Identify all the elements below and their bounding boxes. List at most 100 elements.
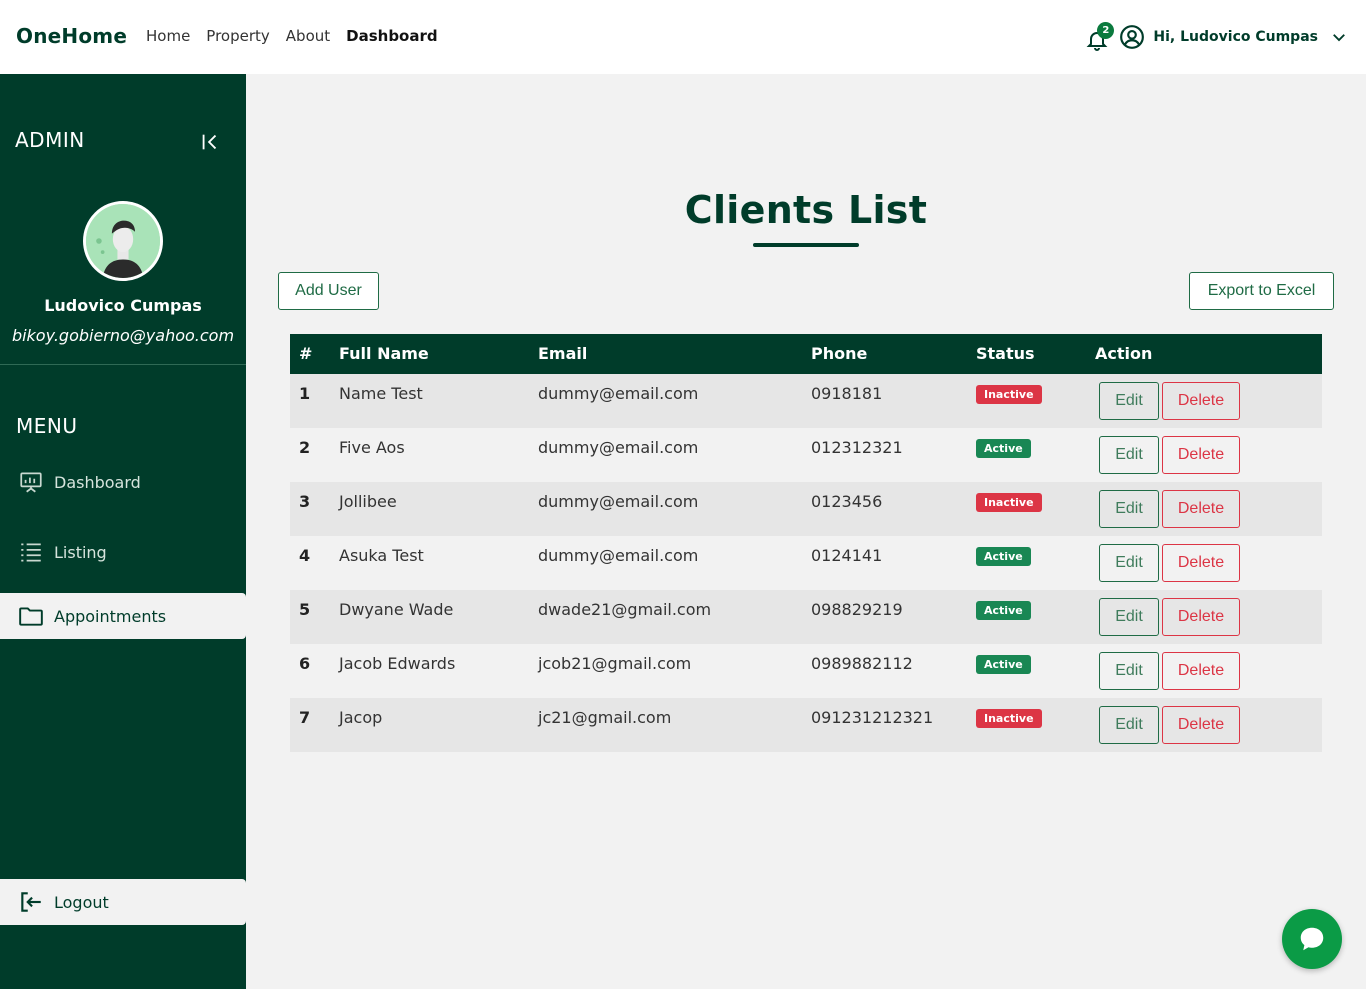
edit-button[interactable]: Edit [1099, 598, 1159, 636]
row-number: 6 [299, 654, 311, 673]
nav-link-home[interactable]: Home [146, 27, 190, 45]
table-row: 5 Dwyane Wade dwade21@gmail.com 09882921… [290, 590, 1322, 644]
row-phone: 0918181 [811, 384, 883, 403]
main-nav: Home Property About Dashboard [146, 27, 438, 45]
row-full-name: Dwyane Wade [339, 600, 454, 619]
row-email: dummy@email.com [538, 546, 699, 565]
page-title: Clients List [684, 188, 928, 232]
row-phone: 0124141 [811, 546, 883, 565]
collapse-sidebar-icon[interactable] [199, 131, 221, 153]
delete-button[interactable]: Delete [1162, 652, 1240, 690]
edit-button[interactable]: Edit [1099, 436, 1159, 474]
delete-button[interactable]: Delete [1162, 544, 1240, 582]
table-row: 2 Five Aos dummy@email.com 012312321 Act… [290, 428, 1322, 482]
status-badge: Inactive [976, 709, 1042, 728]
sidebar-divider [0, 364, 246, 365]
status-badge: Active [976, 439, 1031, 458]
notification-count-badge: 2 [1097, 22, 1115, 39]
presentation-icon [20, 472, 42, 493]
row-full-name: Five Aos [339, 438, 405, 457]
chevron-down-icon[interactable] [1330, 28, 1348, 46]
row-phone: 091231212321 [811, 708, 934, 727]
row-full-name: Jacob Edwards [339, 654, 456, 673]
delete-button[interactable]: Delete [1162, 598, 1240, 636]
row-number: 2 [299, 438, 311, 457]
delete-button[interactable]: Delete [1162, 382, 1240, 420]
row-phone: 012312321 [811, 438, 903, 457]
folder-icon [19, 607, 43, 626]
admin-title: ADMIN [15, 128, 85, 152]
profile-email: bikoy.gobierno@yahoo.com [11, 326, 235, 345]
column-header-email: Email [538, 344, 588, 363]
edit-button[interactable]: Edit [1099, 382, 1159, 420]
user-greeting[interactable]: Hi, Ludovico Cumpas [1153, 29, 1318, 45]
column-header-number: # [299, 344, 313, 363]
row-full-name: Asuka Test [339, 546, 424, 565]
delete-button[interactable]: Delete [1162, 436, 1240, 474]
notifications-button[interactable]: 2 [1085, 22, 1115, 52]
delete-button[interactable]: Delete [1162, 706, 1240, 744]
logout-icon [21, 892, 41, 912]
row-full-name: Jollibee [339, 492, 397, 511]
logout-label: Logout [54, 892, 109, 912]
table-header: # Full Name Email Phone Status Action [290, 334, 1322, 374]
clients-table: # Full Name Email Phone Status Action 1 … [290, 334, 1322, 752]
chat-button[interactable] [1282, 909, 1342, 969]
row-phone: 0989882112 [811, 654, 913, 673]
user-circle-icon[interactable] [1119, 24, 1145, 50]
row-email: dummy@email.com [538, 438, 699, 457]
export-to-excel-button[interactable]: Export to Excel [1189, 272, 1334, 310]
column-header-action: Action [1095, 344, 1153, 363]
table-row: 7 Jacop jc21@gmail.com 091231212321 Inac… [290, 698, 1322, 752]
status-badge: Active [976, 547, 1031, 566]
avatar [83, 201, 163, 281]
row-number: 7 [299, 708, 311, 727]
status-badge: Active [976, 655, 1031, 674]
profile-name: Ludovico Cumpas [44, 296, 202, 315]
table-row: 1 Name Test dummy@email.com 0918181 Inac… [290, 374, 1322, 428]
row-full-name: Jacop [339, 708, 383, 727]
top-navbar: OneHome Home Property About Dashboard 2 … [0, 0, 1366, 74]
add-user-button[interactable]: Add User [278, 272, 379, 310]
sidebar-item-dashboard[interactable]: Dashboard [0, 459, 246, 505]
sidebar-item-label: Dashboard [54, 472, 141, 492]
nav-link-property[interactable]: Property [206, 27, 269, 45]
sidebar-item-appointments[interactable]: Appointments [0, 593, 246, 639]
edit-button[interactable]: Edit [1099, 652, 1159, 690]
row-phone: 0123456 [811, 492, 883, 511]
column-header-status: Status [976, 344, 1035, 363]
title-underline [753, 243, 859, 247]
row-number: 5 [299, 600, 311, 619]
table-row: 6 Jacob Edwards jcob21@gmail.com 0989882… [290, 644, 1322, 698]
brand-logo[interactable]: OneHome [16, 24, 127, 48]
row-email: dwade21@gmail.com [538, 600, 712, 619]
edit-button[interactable]: Edit [1099, 544, 1159, 582]
chat-bubble-icon [1300, 927, 1324, 951]
sidebar-item-label: Listing [54, 542, 107, 562]
edit-button[interactable]: Edit [1099, 706, 1159, 744]
column-header-full-name: Full Name [339, 344, 429, 363]
row-full-name: Name Test [339, 384, 423, 403]
row-number: 3 [299, 492, 311, 511]
row-email: dummy@email.com [538, 492, 699, 511]
sidebar: ADMIN Ludovico Cumpas bikoy.gobierno@yah… [0, 74, 246, 989]
column-header-phone: Phone [811, 344, 868, 363]
edit-button[interactable]: Edit [1099, 490, 1159, 528]
sidebar-item-listing[interactable]: Listing [0, 529, 246, 575]
row-number: 1 [299, 384, 311, 403]
sidebar-item-label: Appointments [54, 606, 167, 626]
status-badge: Active [976, 601, 1031, 620]
nav-link-dashboard[interactable]: Dashboard [346, 27, 437, 45]
status-badge: Inactive [976, 493, 1042, 512]
row-email: jcob21@gmail.com [538, 654, 692, 673]
row-number: 4 [299, 546, 311, 565]
delete-button[interactable]: Delete [1162, 490, 1240, 528]
menu-title: MENU [16, 414, 78, 438]
row-email: dummy@email.com [538, 384, 699, 403]
row-phone: 098829219 [811, 600, 903, 619]
table-row: 3 Jollibee dummy@email.com 0123456 Inact… [290, 482, 1322, 536]
nav-link-about[interactable]: About [286, 27, 330, 45]
list-icon [21, 543, 41, 562]
status-badge: Inactive [976, 385, 1042, 404]
logout-button[interactable]: Logout [0, 879, 246, 925]
